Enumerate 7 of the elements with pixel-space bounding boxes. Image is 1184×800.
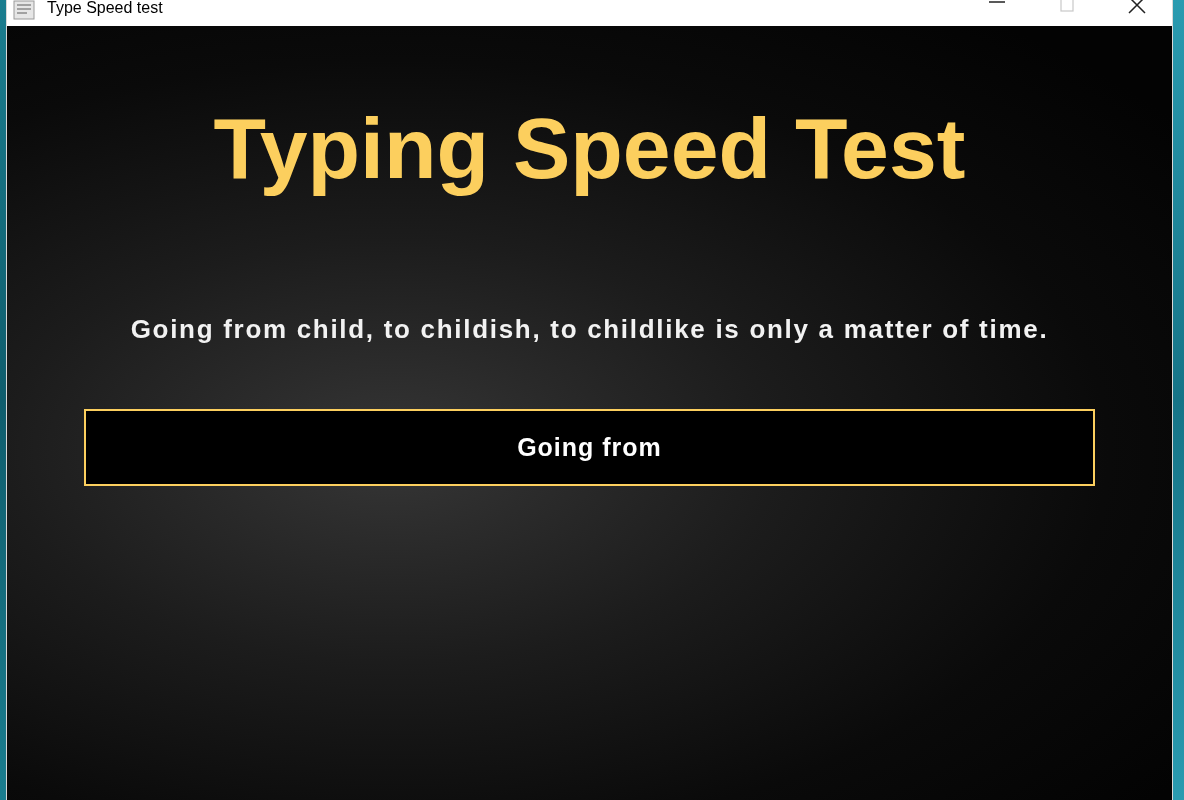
heading: Typing Speed Test [213, 99, 966, 198]
typing-input[interactable]: Going from [84, 409, 1095, 486]
app-icon [13, 0, 35, 20]
sentence-prompt: Going from child, to childish, to childlike is only a matter of time. [130, 313, 1049, 346]
close-icon [1128, 0, 1146, 14]
maximize-icon [1060, 0, 1074, 12]
window-title: Type Speed test [47, 0, 163, 18]
